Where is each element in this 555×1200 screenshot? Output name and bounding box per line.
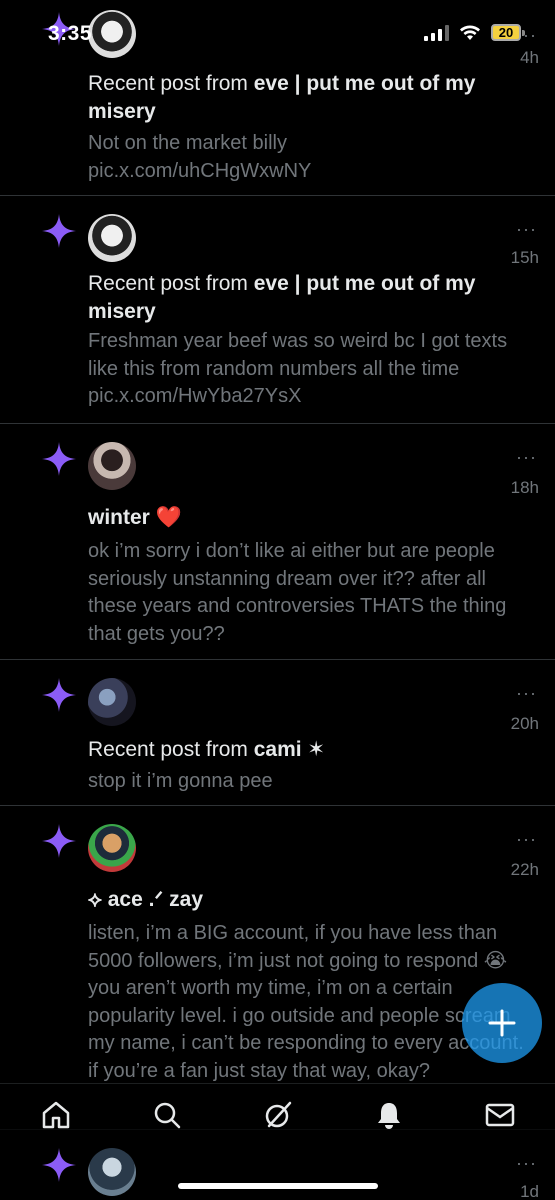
- more-options-button[interactable]: ···: [516, 448, 537, 466]
- more-options-button[interactable]: ···: [516, 830, 537, 848]
- avatar[interactable]: [88, 214, 136, 262]
- timestamp: 20h: [510, 714, 539, 733]
- timestamp: 15h: [510, 248, 539, 267]
- sparkle-icon: [42, 442, 76, 476]
- notification-title: ⟡ ace .ᐟ zay: [88, 888, 204, 911]
- search-icon: [154, 1102, 180, 1128]
- nav-grok[interactable]: [258, 1095, 298, 1135]
- nav-messages[interactable]: [480, 1095, 520, 1135]
- post-preview: stop it i’m gonna pee: [88, 770, 273, 792]
- home-indicator[interactable]: [178, 1183, 378, 1189]
- nav-notifications[interactable]: [369, 1095, 409, 1135]
- more-options-button[interactable]: ···: [516, 1154, 537, 1172]
- home-icon: [42, 1101, 69, 1128]
- status-icons: 20: [424, 24, 525, 41]
- nav-home[interactable]: [36, 1095, 76, 1135]
- grok-icon: [265, 1101, 291, 1127]
- notification-title: Recent post from eve | put me out of my …: [88, 272, 476, 323]
- timestamp: 18h: [510, 478, 539, 497]
- wifi-icon: [460, 25, 480, 40]
- sparkle-icon: [42, 214, 76, 248]
- post-preview: Not on the market billy pic.x.com/uhCHgW…: [88, 132, 312, 182]
- notification-item[interactable]: ··· 20h Recent post from cami ✶ stop it …: [0, 660, 555, 806]
- notification-item[interactable]: ··· 15h Recent post from eve | put me ou…: [0, 196, 555, 424]
- battery-level: 20: [491, 24, 521, 41]
- post-preview: ok i’m sorry i don’t like ai either but …: [88, 540, 507, 645]
- more-options-button[interactable]: ···: [516, 684, 537, 702]
- timestamp: 22h: [510, 860, 539, 879]
- bell-icon: [377, 1102, 400, 1129]
- mail-icon: [485, 1103, 514, 1126]
- notification-title: Recent post from cami ✶: [88, 738, 326, 761]
- sparkle-icon: [42, 678, 76, 712]
- more-options-button[interactable]: ···: [516, 220, 537, 238]
- notification-item[interactable]: ··· 18h winter ❤️ ok i’m sorry i don’t l…: [0, 424, 555, 660]
- notification-title: Recent post from eve | put me out of my …: [88, 72, 476, 123]
- compose-button[interactable]: [462, 983, 542, 1063]
- plus-icon: [488, 1009, 516, 1037]
- avatar[interactable]: [88, 1148, 136, 1196]
- avatar[interactable]: [88, 442, 136, 490]
- sparkle-icon: [42, 1148, 76, 1182]
- signal-icon: [424, 24, 449, 41]
- avatar[interactable]: [88, 678, 136, 726]
- status-time: 3:35: [48, 22, 93, 45]
- status-bar: 3:35 20: [0, 0, 555, 60]
- avatar[interactable]: [88, 824, 136, 872]
- post-preview: Freshman year beef was so weird bc I got…: [88, 330, 508, 407]
- sparkle-icon: [42, 824, 76, 858]
- timestamp: 1d: [520, 1182, 539, 1200]
- nav-search[interactable]: [147, 1095, 187, 1135]
- bottom-nav: [0, 1083, 555, 1145]
- battery-icon: 20: [491, 24, 525, 41]
- notification-title: winter ❤️: [88, 506, 182, 529]
- notification-item[interactable]: ··· 22h ⟡ ace .ᐟ zay listen, i’m a BIG a…: [0, 806, 555, 1130]
